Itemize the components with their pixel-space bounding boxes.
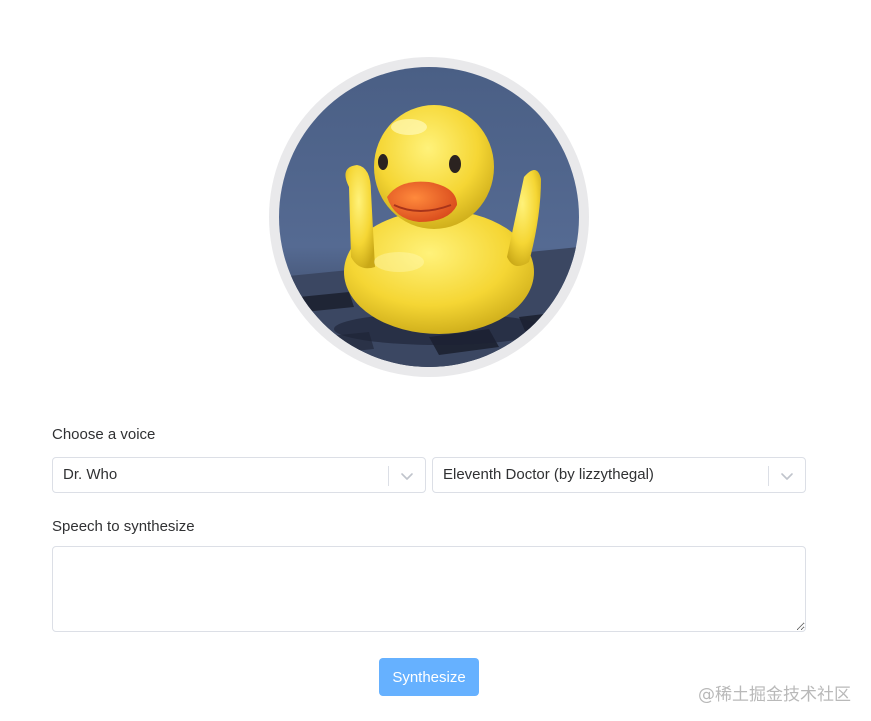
chevron-down-icon[interactable] — [779, 468, 795, 484]
chevron-down-icon[interactable] — [399, 468, 415, 484]
voice-label: Choose a voice — [52, 426, 156, 443]
voice-value: Eleventh Doctor (by lizzythegal) — [443, 466, 654, 483]
avatar — [279, 67, 579, 367]
voice-select[interactable]: Eleventh Doctor (by lizzythegal) — [432, 457, 806, 493]
synthesize-button[interactable]: Synthesize — [379, 658, 479, 696]
select-separator — [768, 466, 769, 486]
rubber-duck-image — [279, 67, 579, 367]
watermark: @稀土掘金技术社区 — [698, 685, 851, 705]
select-separator — [388, 466, 389, 486]
voice-category-value: Dr. Who — [63, 466, 118, 483]
speech-label: Speech to synthesize — [52, 518, 195, 535]
voice-category-select[interactable]: Dr. Who — [52, 457, 426, 493]
speech-textarea[interactable] — [52, 546, 806, 632]
avatar-frame — [269, 57, 589, 377]
